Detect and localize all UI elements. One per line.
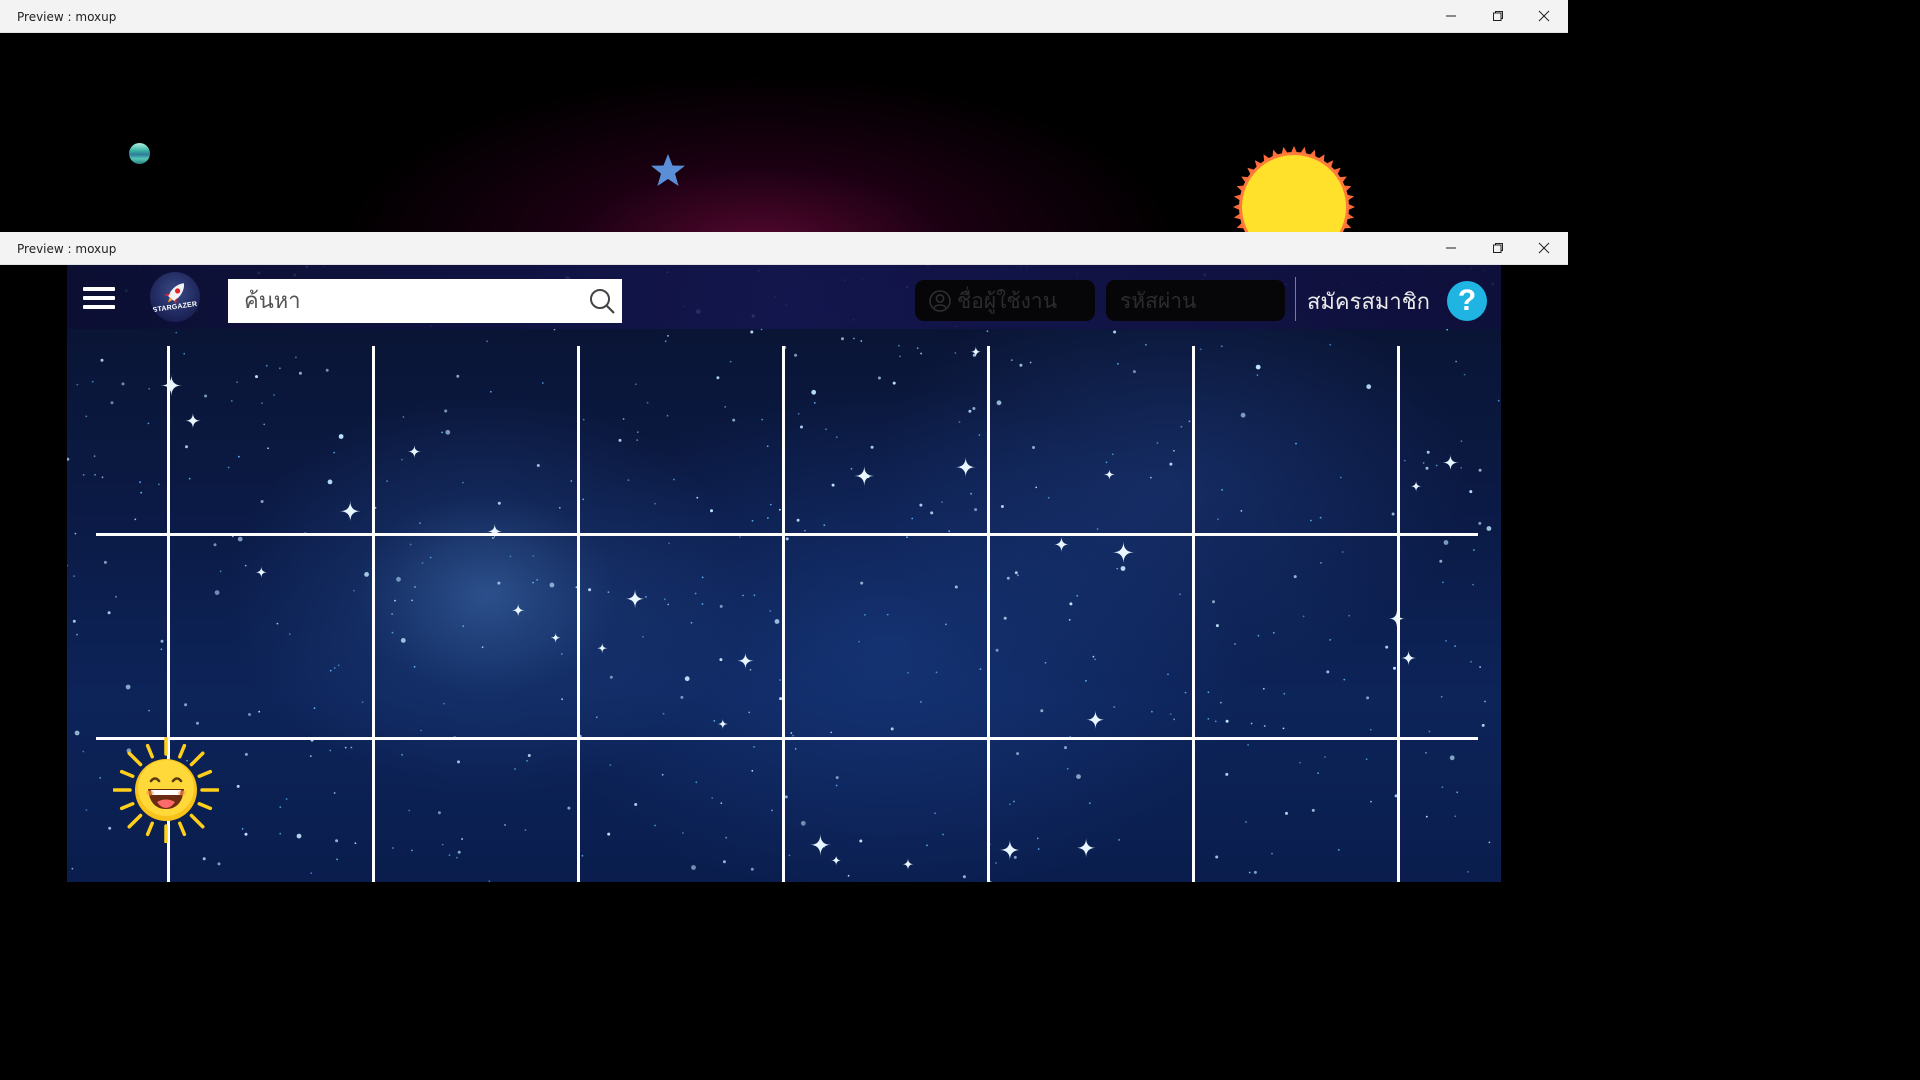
search-icon[interactable] — [588, 287, 616, 315]
restore-icon[interactable] — [1480, 236, 1516, 260]
stargazer-logo[interactable]: STARGAZER — [150, 272, 200, 322]
grid-line-vertical — [1192, 346, 1195, 882]
grid-line-vertical — [372, 346, 375, 882]
hamburger-menu-icon[interactable] — [83, 287, 115, 309]
close-icon[interactable] — [1526, 236, 1562, 260]
search-input[interactable] — [228, 279, 578, 323]
user-icon — [929, 290, 951, 312]
grid-line-horizontal — [96, 533, 1478, 536]
minimize-icon[interactable] — [1433, 4, 1469, 28]
preview-window-back: Preview : moxup — [0, 0, 1568, 232]
star-icon — [651, 154, 685, 186]
help-icon: ? — [1457, 284, 1477, 317]
grid-line-vertical — [577, 346, 580, 882]
grid-line-vertical — [1397, 346, 1400, 882]
planet-icon — [129, 143, 150, 164]
register-link[interactable]: สมัครสมาชิก — [1307, 284, 1430, 319]
restore-icon[interactable] — [1480, 4, 1516, 28]
window-titlebar[interactable]: Preview : moxup — [0, 0, 1568, 33]
rocket-icon — [163, 283, 185, 306]
laughing-sun-icon[interactable] — [113, 737, 219, 843]
app-content: STARGAZER สมัครส — [0, 265, 1568, 882]
username-field — [915, 280, 1095, 321]
minimize-icon[interactable] — [1433, 236, 1469, 260]
sun-icon — [1233, 146, 1355, 232]
top-navbar: STARGAZER สมัครส — [67, 265, 1501, 329]
grid-line-vertical — [987, 346, 990, 882]
help-button[interactable]: ? — [1447, 281, 1487, 321]
search-box — [228, 279, 622, 323]
password-input[interactable] — [1120, 280, 1280, 321]
window-titlebar[interactable]: Preview : moxup — [0, 232, 1568, 265]
navbar-divider — [1295, 277, 1296, 321]
constellation-grid — [0, 265, 1568, 882]
username-input[interactable] — [957, 280, 1089, 321]
password-field — [1106, 280, 1285, 321]
space-scene-header — [0, 33, 1568, 232]
grid-line-vertical — [782, 346, 785, 882]
window-title: Preview : moxup — [17, 242, 117, 256]
close-icon[interactable] — [1526, 4, 1562, 28]
window-title: Preview : moxup — [17, 10, 117, 24]
grid-line-horizontal — [96, 737, 1478, 740]
preview-window-front: Preview : moxup STARGAZER ค้นหา ชื่อผู้ใ… — [0, 232, 1568, 882]
